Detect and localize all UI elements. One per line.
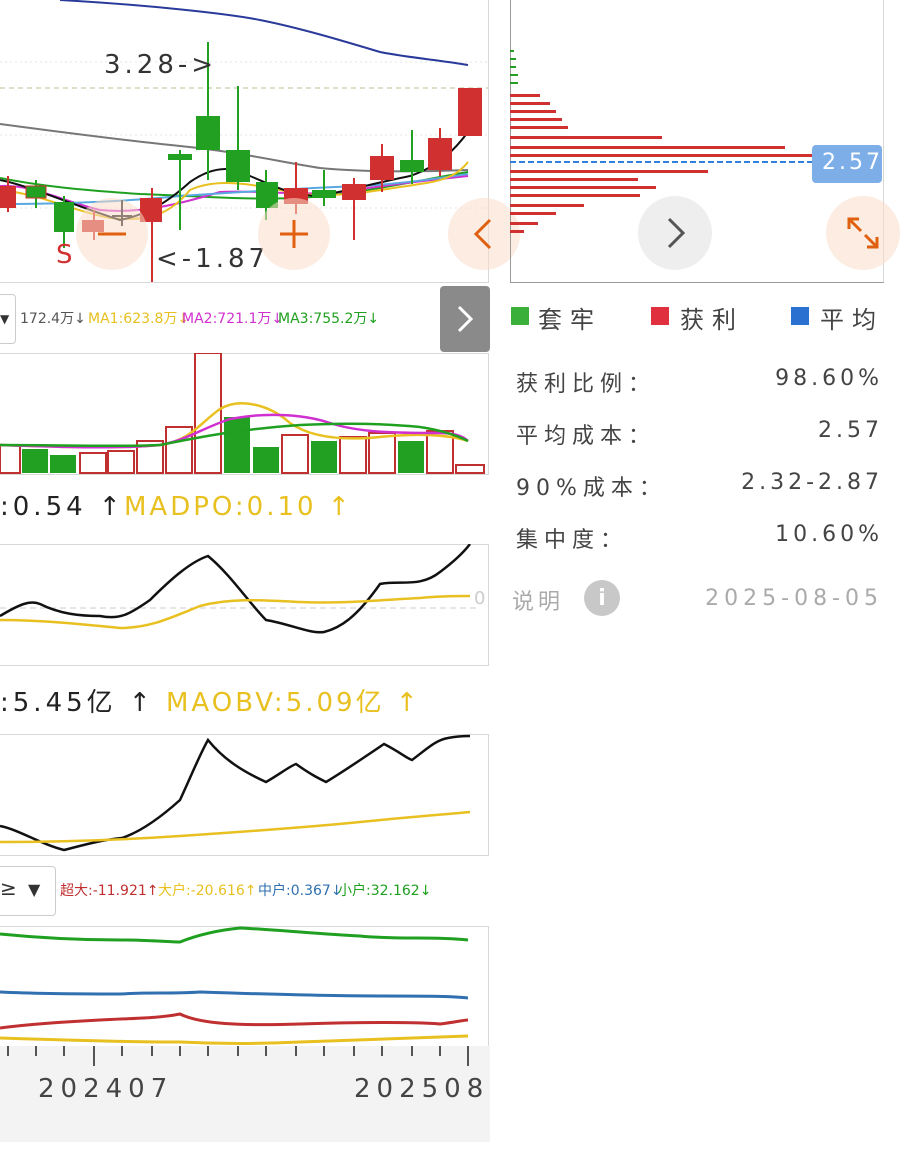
obv-chart (0, 734, 471, 852)
avg-cost-value: 2.57 (818, 418, 883, 443)
maobv-value: MAOBV:5.09亿 ↑ (166, 688, 421, 718)
avg-price-tag-text: 2.57 (822, 150, 883, 175)
dpo-zero-label: 0 (474, 588, 486, 609)
expand-button[interactable] (826, 196, 900, 270)
volume-legend-ma1: MA1:623.8万↓ (88, 311, 190, 327)
profit-ratio-value: 98.60% (775, 366, 883, 391)
zoom-in-button[interactable] (258, 198, 330, 270)
x-tick-202508: 202508 (354, 1074, 490, 1104)
x-axis-ticks (7, 1046, 469, 1066)
chevron-right-icon (457, 305, 474, 333)
cost90-value: 2.32-2.87 (741, 470, 883, 495)
obv-value: :5.45亿 ↑ (0, 688, 155, 718)
fund-flow-chart (0, 926, 469, 1045)
profit-ratio-label: 获利比例： (516, 372, 657, 397)
volume-legend-ma2: MA2:721.1万↓ (182, 311, 284, 327)
legend-trapped-swatch (511, 307, 529, 325)
fund-flow-selector-text: ≥ (0, 876, 17, 900)
legend-avg-label: 平均 (820, 306, 884, 334)
chevron-right-icon (667, 217, 686, 249)
next-button[interactable] (638, 196, 712, 270)
sell-marker: S (56, 240, 73, 270)
legend-large: 大户:-20.616↑ (158, 883, 257, 899)
cost90-label: 90%成本： (516, 476, 667, 501)
volume-legend-vol: 172.4万↓ (20, 311, 86, 327)
legend-profit-label: 获利 (680, 306, 744, 334)
chip-date: 2025-08-05 (705, 586, 883, 611)
expand-right-button[interactable] (440, 286, 490, 352)
volume-legend-ma3: MA3:755.2万↓ (278, 311, 380, 327)
legend-avg-swatch (791, 307, 809, 325)
legend-profit-swatch (651, 307, 669, 325)
legend-small: 小户:32.162↓ (338, 883, 432, 899)
candlestick-chart (0, 0, 488, 282)
chevron-left-icon (473, 218, 492, 250)
zoom-out-button[interactable] (76, 198, 148, 270)
legend-super-large: 超大:-11.921↑ (60, 883, 159, 899)
explain-link[interactable]: 说明 (512, 584, 564, 616)
avg-cost-label: 平均成本： (516, 424, 657, 449)
expand-icon (847, 217, 879, 249)
concentration-label: 集中度： (516, 528, 629, 553)
chevron-down-icon: ▼ (0, 312, 10, 326)
high-price-label: 3.28-> (104, 50, 218, 80)
legend-trapped-label: 套牢 (538, 306, 602, 334)
concentration-value: 10.60% (775, 522, 883, 547)
legend-mid: 中户:0.367↓ (258, 883, 343, 899)
volume-chart (0, 353, 485, 474)
minus-icon (98, 232, 126, 236)
madpo-value: MADPO:0.10 ↑ (124, 492, 353, 522)
low-price-label: <-1.87 (156, 244, 270, 274)
plus-icon (280, 220, 308, 248)
dpo-value: :0.54 ↑ (0, 492, 125, 522)
dpo-chart (0, 544, 476, 634)
info-icon[interactable]: i (584, 580, 620, 616)
x-tick-202407: 202407 (38, 1074, 174, 1104)
chevron-down-icon: ▼ (28, 880, 41, 899)
